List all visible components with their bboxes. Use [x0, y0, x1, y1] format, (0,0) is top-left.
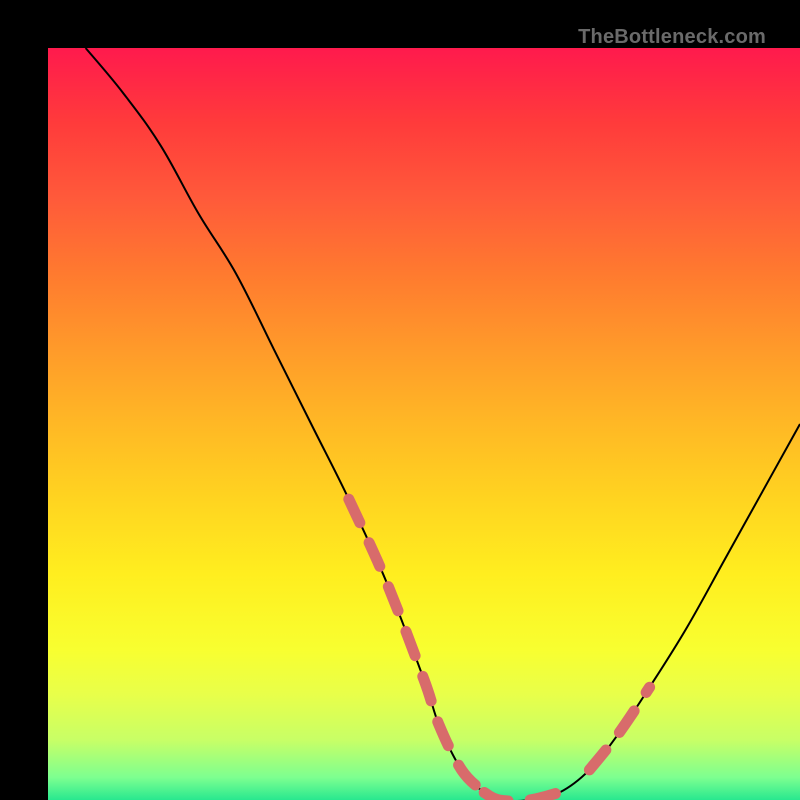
chart-svg — [48, 48, 800, 800]
watermark-text: TheBottleneck.com — [578, 26, 766, 49]
chart-plot-area — [48, 48, 800, 800]
series-curve — [86, 48, 800, 800]
chart-frame: TheBottleneck.com — [0, 0, 800, 800]
series-dash-bottom — [484, 793, 559, 800]
series-dash-left — [349, 499, 484, 792]
